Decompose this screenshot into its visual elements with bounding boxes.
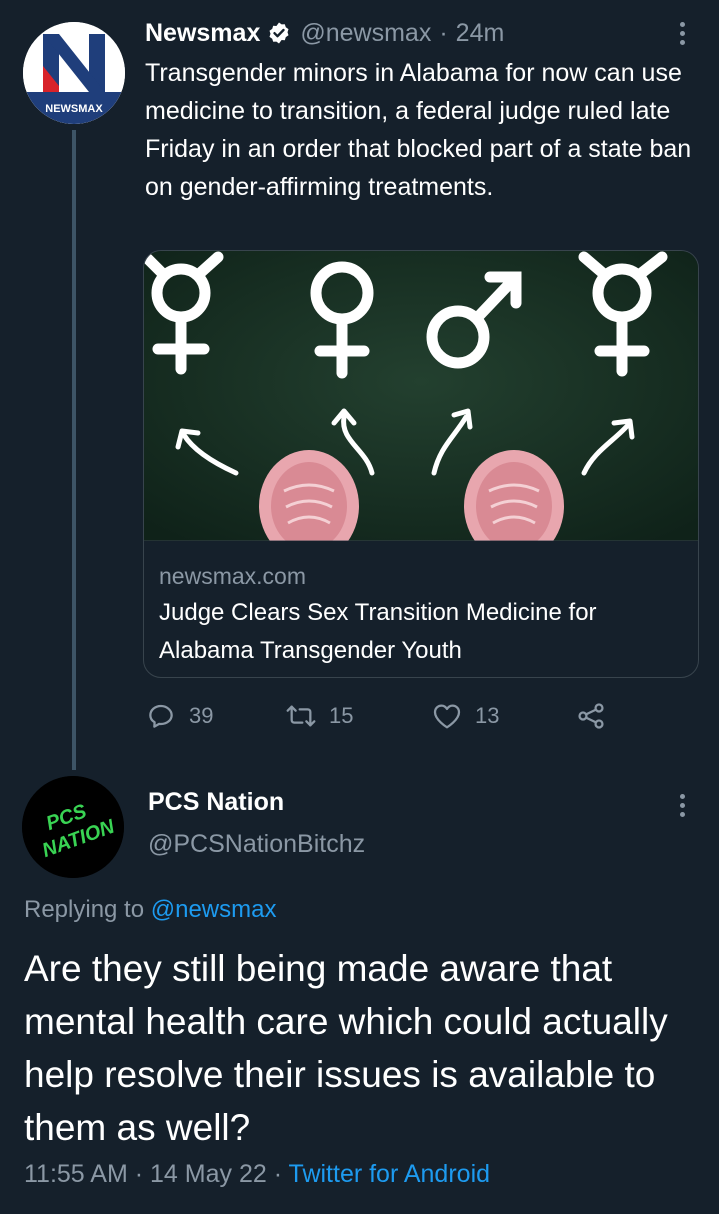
card-domain: newsmax.com [159, 563, 306, 589]
tweet-thread: NEWSMAX Newsmax @newsmax · 24m Transgend… [0, 0, 719, 1214]
author-handle[interactable]: @newsmax [300, 19, 431, 48]
thread-line [72, 130, 76, 770]
reply-time[interactable]: 11:55 AM [24, 1160, 128, 1188]
reply-source[interactable]: Twitter for Android [289, 1160, 490, 1188]
reply-date[interactable]: 14 May 22 [150, 1160, 267, 1188]
tweet-time-ago[interactable]: 24m [456, 19, 505, 48]
reply-timestamp: 11:55 AM · 14 May 22 · Twitter for Andro… [24, 1160, 491, 1188]
like-count: 13 [475, 703, 500, 728]
replying-prefix: Replying to [24, 896, 145, 923]
like-button[interactable]: 13 [431, 696, 499, 736]
pcs-nation-logo: PCS NATION [22, 776, 124, 878]
share-button[interactable] [575, 696, 607, 736]
link-card[interactable]: newsmax.com Judge Clears Sex Transition … [143, 250, 699, 678]
card-title: Judge Clears Sex Transition Medicine for… [159, 599, 597, 664]
reply-text: Are they still being made aware that men… [24, 948, 668, 1148]
replying-to-link[interactable]: @newsmax [151, 896, 277, 923]
newsmax-logo: NEWSMAX [23, 22, 125, 124]
pcs-nation-avatar[interactable]: PCS NATION [22, 776, 124, 878]
verified-badge-icon [267, 21, 291, 45]
tweet-text: Transgender minors in Alabama for now ca… [145, 59, 692, 201]
like-icon [433, 704, 461, 729]
reply-author-name[interactable]: PCS Nation [148, 788, 284, 817]
card-meta: newsmax.com Judge Clears Sex Transition … [159, 560, 689, 670]
newsmax-avatar[interactable]: NEWSMAX [23, 22, 125, 124]
reply-author-handle[interactable]: @PCSNationBitchz [148, 830, 365, 859]
reply-button[interactable]: 39 [145, 696, 213, 736]
reply-more-icon[interactable] [672, 790, 692, 820]
retweet-button[interactable]: 15 [285, 696, 353, 736]
share-icon [578, 703, 604, 729]
tweet-actions: 39 15 13 [145, 696, 625, 736]
reply-icon [149, 704, 173, 728]
author-name[interactable]: Newsmax [145, 19, 260, 48]
header-separator: · [439, 18, 448, 47]
retweet-count: 15 [329, 703, 354, 728]
card-image [144, 251, 698, 541]
newsmax-logo-text: NEWSMAX [45, 103, 103, 115]
reply-count: 39 [189, 703, 214, 728]
tweet-header: Newsmax @newsmax · 24m [145, 14, 504, 52]
replying-to: Replying to @newsmax [24, 896, 276, 924]
retweet-icon [286, 705, 316, 727]
more-icon[interactable] [672, 18, 692, 48]
